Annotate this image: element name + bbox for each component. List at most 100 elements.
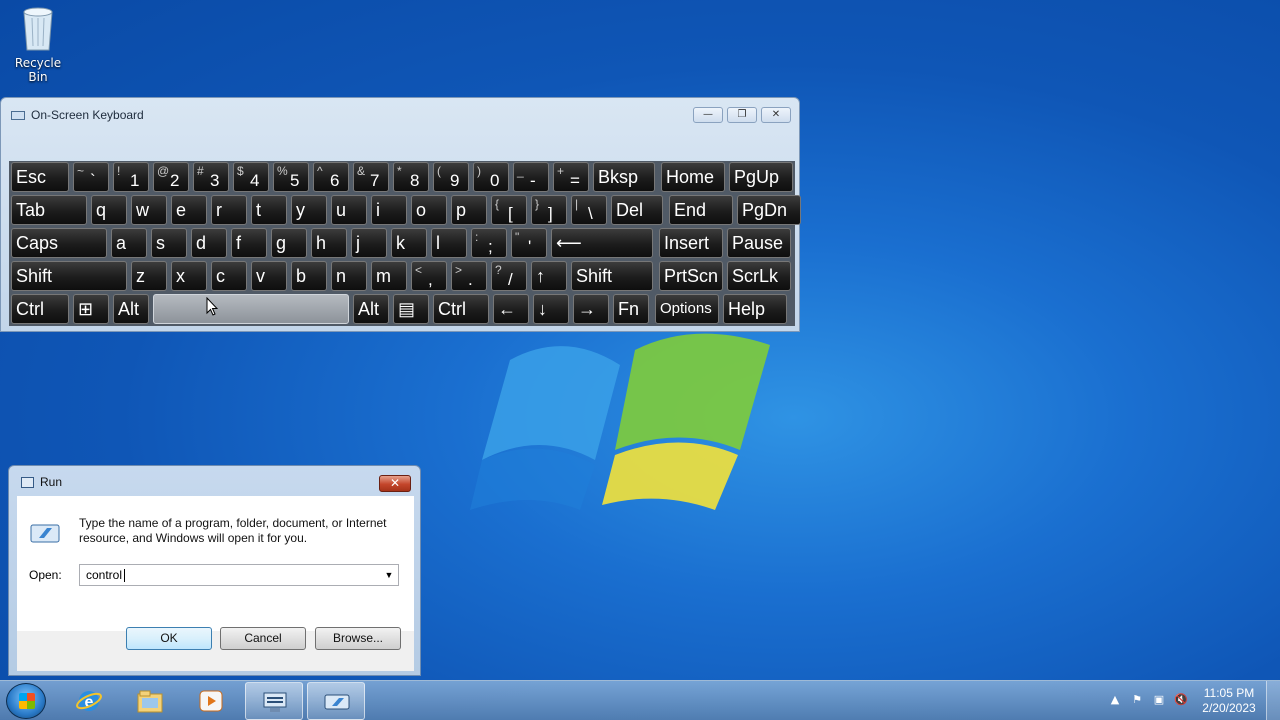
key-insert[interactable]: Insert bbox=[659, 228, 723, 258]
action-center-flag-icon[interactable]: ⚑ bbox=[1126, 693, 1148, 709]
osk-close-button[interactable]: ✕ bbox=[761, 107, 791, 123]
key-lalt[interactable]: Alt bbox=[113, 294, 149, 324]
key-h[interactable]: h bbox=[311, 228, 347, 258]
show-desktop-button[interactable] bbox=[1266, 681, 1280, 720]
key-left[interactable]: ← bbox=[493, 294, 529, 324]
key-del[interactable]: Del bbox=[611, 195, 663, 225]
key-1[interactable]: ! 1 bbox=[113, 162, 149, 192]
key-slash[interactable]: ? / bbox=[491, 261, 527, 291]
key-rctrl[interactable]: Ctrl bbox=[433, 294, 489, 324]
key-caps[interactable]: Caps bbox=[11, 228, 107, 258]
key-2[interactable]: @2 bbox=[153, 162, 189, 192]
key-scrlk[interactable]: ScrLk bbox=[727, 261, 791, 291]
key-r[interactable]: r bbox=[211, 195, 247, 225]
key-w[interactable]: w bbox=[131, 195, 167, 225]
open-input-value[interactable]: control bbox=[86, 568, 122, 582]
osk-title-bar[interactable]: On-Screen Keyboard bbox=[1, 98, 799, 132]
run-title-bar[interactable]: Run bbox=[9, 466, 420, 498]
key-5[interactable]: % 5 bbox=[273, 162, 309, 192]
open-combobox[interactable]: control ▼ bbox=[79, 564, 399, 586]
key-9[interactable]: (9 bbox=[433, 162, 469, 192]
key-prtscn[interactable]: PrtScn bbox=[659, 261, 723, 291]
key-options[interactable]: Options bbox=[655, 294, 719, 324]
key-pgup[interactable]: PgUp bbox=[729, 162, 793, 192]
key-ralt[interactable]: Alt bbox=[353, 294, 389, 324]
key-p[interactable]: p bbox=[451, 195, 487, 225]
key-y[interactable]: y bbox=[291, 195, 327, 225]
key-equal[interactable]: + = bbox=[553, 162, 589, 192]
key-m[interactable]: m bbox=[371, 261, 407, 291]
key-lshift[interactable]: Shift bbox=[11, 261, 127, 291]
key-up[interactable]: ↑ bbox=[531, 261, 567, 291]
key-end[interactable]: End bbox=[669, 195, 733, 225]
key-bksp[interactable]: Bksp bbox=[593, 162, 655, 192]
key-c[interactable]: c bbox=[211, 261, 247, 291]
key-fn[interactable]: Fn bbox=[613, 294, 649, 324]
key-j[interactable]: j bbox=[351, 228, 387, 258]
key-backtick[interactable]: ~ ` bbox=[73, 162, 109, 192]
show-hidden-icons-icon[interactable]: ▲ bbox=[1104, 693, 1126, 709]
key-home[interactable]: Home bbox=[661, 162, 725, 192]
taskbar-internet-explorer[interactable]: e bbox=[60, 682, 118, 720]
key-a[interactable]: a bbox=[111, 228, 147, 258]
key-esc[interactable]: Esc bbox=[11, 162, 69, 192]
key-b[interactable]: b bbox=[291, 261, 327, 291]
key-lbracket[interactable]: {[ bbox=[491, 195, 527, 225]
run-close-button[interactable]: ✕ bbox=[379, 475, 411, 492]
key-minus[interactable]: _ - bbox=[513, 162, 549, 192]
key-i[interactable]: i bbox=[371, 195, 407, 225]
restore-button[interactable]: ❐ bbox=[727, 107, 757, 123]
key-u[interactable]: u bbox=[331, 195, 367, 225]
ok-button[interactable]: OK bbox=[126, 627, 212, 650]
key-3[interactable]: #3 bbox=[193, 162, 229, 192]
key-comma[interactable]: <, bbox=[411, 261, 447, 291]
run-dialog[interactable]: Run ✕ Type the name of a program, folder… bbox=[8, 465, 421, 676]
recycle-bin[interactable]: Recycle Bin bbox=[4, 4, 72, 84]
key-lctrl[interactable]: Ctrl bbox=[11, 294, 69, 324]
key-right[interactable]: → bbox=[573, 294, 609, 324]
key-0[interactable]: ) 0 bbox=[473, 162, 509, 192]
key-rshift[interactable]: Shift bbox=[571, 261, 653, 291]
key-pgdn[interactable]: PgDn bbox=[737, 195, 801, 225]
key-8[interactable]: * 8 bbox=[393, 162, 429, 192]
key-semicolon[interactable]: :; bbox=[471, 228, 507, 258]
taskbar-on-screen-keyboard[interactable] bbox=[245, 682, 303, 720]
key-v[interactable]: v bbox=[251, 261, 287, 291]
start-button[interactable] bbox=[6, 683, 46, 719]
clock[interactable]: 11:05 PM 2/20/2023 bbox=[1192, 686, 1266, 716]
key-e[interactable]: e bbox=[171, 195, 207, 225]
key-win[interactable]: ⊞ bbox=[73, 294, 109, 324]
volume-muted-icon[interactable]: 🔇 bbox=[1170, 693, 1192, 709]
browse-button[interactable]: Browse... bbox=[315, 627, 401, 650]
key-quote[interactable]: " ' bbox=[511, 228, 547, 258]
key-space[interactable] bbox=[153, 294, 349, 324]
key-help[interactable]: Help bbox=[723, 294, 787, 324]
cancel-button[interactable]: Cancel bbox=[220, 627, 306, 650]
key-q[interactable]: q bbox=[91, 195, 127, 225]
dropdown-arrow-icon[interactable]: ▼ bbox=[382, 567, 396, 583]
key-6[interactable]: ^ 6 bbox=[313, 162, 349, 192]
on-screen-keyboard-window[interactable]: On-Screen Keyboard — ❐ ✕ Esc ~ `! 1 @2 #3 $4% 5… bbox=[0, 97, 801, 332]
key-k[interactable]: k bbox=[391, 228, 427, 258]
taskbar-run[interactable] bbox=[307, 682, 365, 720]
key-rbracket[interactable]: }] bbox=[531, 195, 567, 225]
key-z[interactable]: z bbox=[131, 261, 167, 291]
key-d[interactable]: d bbox=[191, 228, 227, 258]
key-n[interactable]: n bbox=[331, 261, 367, 291]
key-f[interactable]: f bbox=[231, 228, 267, 258]
taskbar-windows-explorer[interactable] bbox=[121, 682, 179, 720]
key-s[interactable]: s bbox=[151, 228, 187, 258]
key-down[interactable]: ↓ bbox=[533, 294, 569, 324]
key-g[interactable]: g bbox=[271, 228, 307, 258]
key-tab[interactable]: Tab bbox=[11, 195, 87, 225]
key-t[interactable]: t bbox=[251, 195, 287, 225]
key-enter[interactable]: ⟵ bbox=[551, 228, 653, 258]
key-period[interactable]: >. bbox=[451, 261, 487, 291]
key-backslash[interactable]: | \ bbox=[571, 195, 607, 225]
minimize-button[interactable]: — bbox=[693, 107, 723, 123]
network-icon[interactable]: ▣ bbox=[1148, 693, 1170, 709]
key-o[interactable]: o bbox=[411, 195, 447, 225]
taskbar-media-player[interactable] bbox=[182, 682, 240, 720]
key-4[interactable]: $4 bbox=[233, 162, 269, 192]
key-7[interactable]: & 7 bbox=[353, 162, 389, 192]
